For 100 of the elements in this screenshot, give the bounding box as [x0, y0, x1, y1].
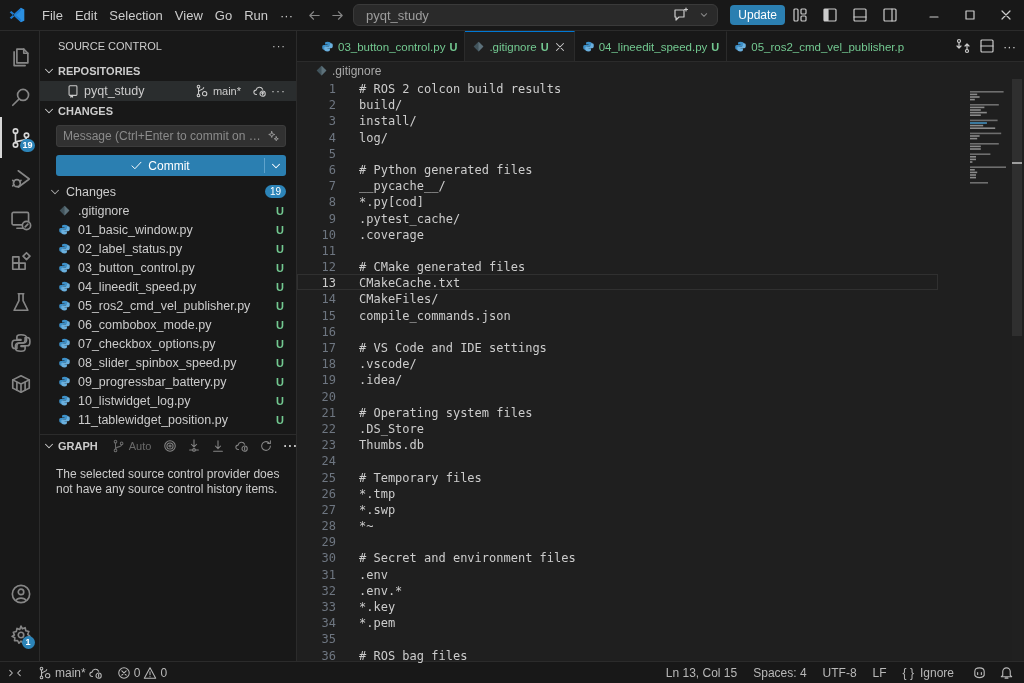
menu-item[interactable]: Edit: [68, 4, 104, 26]
refresh-icon[interactable]: [259, 439, 274, 453]
code-line: .env: [359, 566, 388, 581]
breadcrumb-item[interactable]: .gitignore: [332, 63, 382, 78]
line-number: 6: [327, 161, 336, 177]
pull-icon[interactable]: [211, 439, 226, 453]
maximize-icon[interactable]: [962, 7, 978, 23]
line-number: 34: [320, 615, 336, 630]
changed-file-row[interactable]: 03_button_control.py U: [40, 258, 296, 277]
line-number: 9: [327, 210, 336, 225]
changed-file-row[interactable]: .gitignore U: [40, 201, 296, 220]
branch-icon[interactable]: [38, 665, 52, 680]
code-line: # CMake generated files: [359, 259, 526, 274]
menu-item[interactable]: File: [36, 4, 69, 26]
code-line: CMakeFiles/: [359, 291, 439, 306]
changed-file-row[interactable]: 04_lineedit_speed.py U: [40, 277, 296, 296]
cloud-upload-icon[interactable]: [235, 439, 250, 453]
changed-file-row[interactable]: 07_checkbox_options.py U: [40, 334, 296, 353]
error-icon[interactable]: [116, 665, 131, 680]
line-number: 23: [320, 437, 336, 452]
menu-item[interactable]: View: [168, 4, 209, 26]
section-header[interactable]: GRAPH: [58, 440, 98, 452]
status-item[interactable]: UTF-8: [822, 665, 857, 680]
cloud-upload-icon[interactable]: [253, 84, 267, 98]
chat-sparkle-icon[interactable]: [673, 7, 690, 23]
line-number: 12: [320, 259, 336, 274]
code-line: __pycache__/: [359, 178, 446, 193]
warning-count[interactable]: 0: [160, 665, 168, 680]
code-line: .idea/: [359, 372, 403, 387]
menu-item[interactable]: Go: [208, 4, 239, 26]
layout-icon[interactable]: [792, 7, 808, 23]
panel-toggle-icon[interactable]: [852, 7, 868, 23]
branch-icon[interactable]: [194, 84, 209, 98]
line-number: 15: [320, 307, 336, 322]
python-file-icon: [58, 223, 71, 236]
update-button[interactable]: Update: [730, 5, 785, 25]
fetch-icon[interactable]: [187, 439, 202, 453]
split-editor-icon[interactable]: [979, 38, 995, 54]
extensions-icon[interactable]: [9, 249, 32, 272]
bell-icon[interactable]: [999, 665, 1014, 680]
changed-file-row[interactable]: 10_listwidget_log.py U: [40, 391, 296, 410]
line-number: 4: [327, 129, 336, 144]
vscode-logo-icon[interactable]: [8, 6, 26, 24]
group-label[interactable]: Changes: [66, 184, 261, 199]
run-debug-icon[interactable]: [9, 167, 32, 190]
editor-tab[interactable]: .gitignore U: [465, 31, 575, 61]
section-header[interactable]: CHANGES: [58, 105, 296, 117]
code-line: # VS Code and IDE settings: [359, 340, 547, 355]
code-line: # Temporary files: [359, 469, 482, 484]
more-actions[interactable]: ···: [283, 439, 299, 453]
changed-file-row[interactable]: 09_progressbar_battery.py U: [40, 372, 296, 391]
more-actions[interactable]: ···: [271, 84, 286, 98]
code-line: .coverage: [359, 226, 425, 241]
branch-label[interactable]: main*: [55, 665, 86, 680]
target-icon[interactable]: [163, 439, 178, 453]
python-file-icon: [58, 318, 71, 331]
menu-item[interactable]: Selection: [103, 4, 169, 26]
container-icon[interactable]: [9, 372, 32, 395]
commit-message-field[interactable]: Message (Ctrl+Enter to commit on …: [56, 125, 286, 147]
error-count[interactable]: 0: [133, 665, 141, 680]
secondary-sidebar-icon[interactable]: [882, 7, 898, 23]
menu-item[interactable]: ···: [274, 4, 299, 26]
changed-file-row[interactable]: 08_slider_spinbox_speed.py U: [40, 353, 296, 372]
changed-file-row[interactable]: 02_label_status.py U: [40, 239, 296, 258]
line-number: 25: [320, 469, 336, 484]
line-number: 32: [320, 582, 336, 597]
line-number: 3: [327, 113, 336, 128]
section-header[interactable]: REPOSITORIES: [58, 65, 296, 77]
sidebar-toggle-icon[interactable]: [822, 7, 838, 23]
line-number: 35: [320, 631, 336, 646]
account-icon[interactable]: [9, 582, 32, 605]
status-item[interactable]: Spaces: 4: [753, 665, 807, 680]
status-item[interactable]: LF: [872, 665, 887, 680]
compare-changes-icon[interactable]: [955, 38, 971, 54]
branch-label[interactable]: main*: [212, 85, 241, 97]
search-input[interactable]: pyqt_study: [364, 6, 674, 24]
more-actions[interactable]: ···: [272, 40, 286, 52]
line-number: 27: [320, 501, 336, 517]
code-line: log/: [359, 129, 388, 144]
changed-file-row[interactable]: 06_combobox_mode.py U: [40, 315, 296, 334]
menu-item[interactable]: Run: [238, 4, 274, 26]
code-line: *~: [359, 518, 374, 533]
code-line: build/: [359, 97, 403, 112]
search-field[interactable]: pyqt_study: [353, 4, 719, 26]
changed-file-row[interactable]: 05_ros2_cmd_vel_publisher.py U: [40, 296, 296, 315]
sparkle-icon[interactable]: [268, 130, 280, 142]
language-mode[interactable]: Ignore: [919, 665, 954, 680]
python-logo-icon[interactable]: [9, 331, 32, 354]
python-file-icon: [58, 280, 71, 293]
changed-file-row[interactable]: 11_tablewidget_position.py U: [40, 410, 296, 429]
warning-icon[interactable]: [143, 665, 158, 680]
gear-icon[interactable]: [9, 623, 32, 646]
repository-row[interactable]: pyqt_study main* ···: [40, 81, 296, 101]
changed-file-row[interactable]: 01_basic_window.py U: [40, 220, 296, 239]
code-line: CMakeCache.txt: [359, 275, 461, 290]
status-item[interactable]: Ln 13, Col 15: [665, 665, 738, 680]
line-number: 17: [320, 340, 336, 355]
line-number: 10: [320, 226, 336, 241]
count-badge: 1: [21, 636, 35, 649]
more-actions[interactable]: ···: [1003, 38, 1016, 54]
